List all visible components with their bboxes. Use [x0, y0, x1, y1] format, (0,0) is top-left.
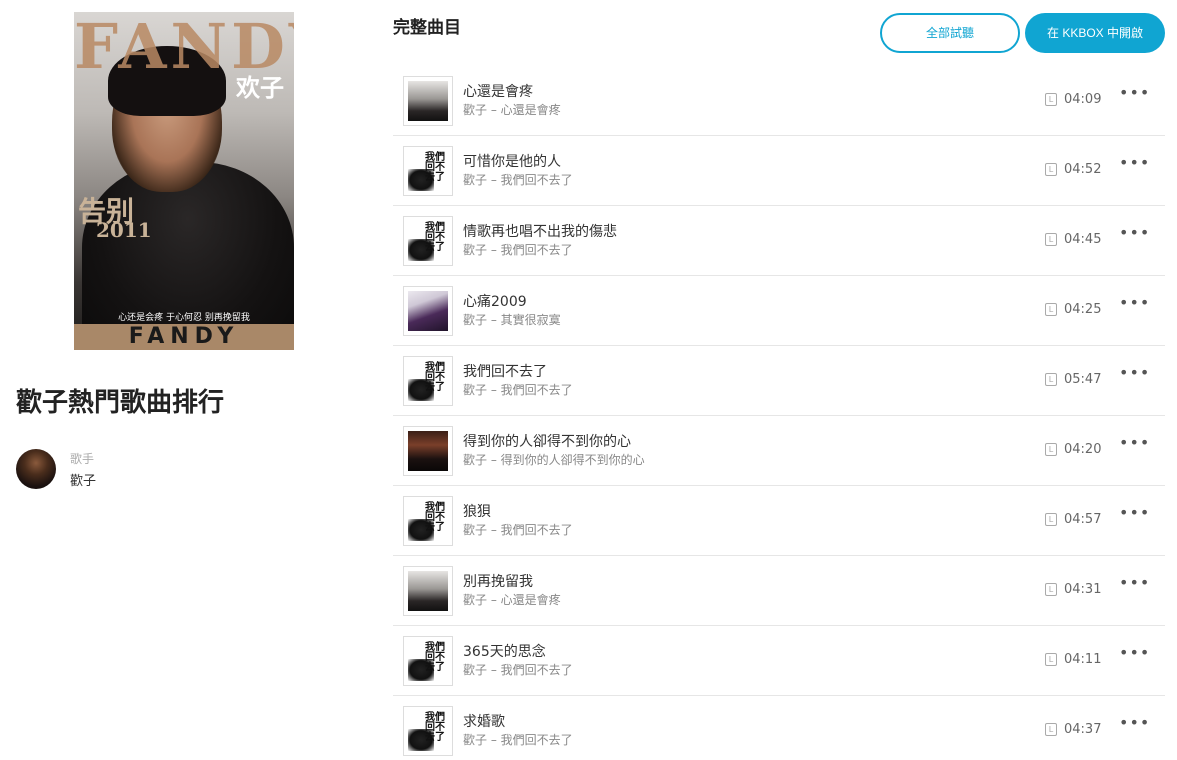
lyrics-icon: L: [1045, 583, 1057, 596]
track-artist-album: 歡子 – 其實很寂寞: [463, 313, 561, 327]
thumbnail-title-text: 我們回不去了: [425, 642, 445, 673]
lyrics-icon: L: [1045, 373, 1057, 386]
track-duration: 04:45: [1064, 232, 1102, 247]
thumbnail-art: 我們回不去了: [408, 151, 448, 191]
thumbnail-title-text: 我們回不去了: [425, 362, 445, 393]
track-album-thumbnail[interactable]: 我們回不去了: [403, 216, 453, 266]
track-row[interactable]: 我們回不去了 求婚歌歡子 – 我們回不去了 L 04:37 •••: [393, 696, 1165, 760]
track-title[interactable]: 365天的思念: [463, 641, 546, 661]
lyrics-icon: L: [1045, 93, 1057, 106]
album-cover-image: FANDY 欢子 告别 2011 心还是会疼 于心何忍 别再挽留我 FANDY: [74, 12, 294, 350]
track-list: 心還是會疼 歡子 – 心還是會疼 L 04:09 ••• 我們回不去了 可惜你是他的人 歡子 …: [393, 66, 1165, 760]
track-title[interactable]: 得到你的人卻得不到你的心: [463, 431, 631, 451]
lyrics-icon: L: [1045, 443, 1057, 456]
track-title[interactable]: 我們回不去了: [463, 361, 547, 381]
thumbnail-art: [408, 431, 448, 471]
more-options-icon[interactable]: •••: [1119, 155, 1149, 176]
lyrics-icon: L: [1045, 303, 1057, 316]
thumbnail-art: [408, 291, 448, 331]
track-title[interactable]: 心還是會疼: [463, 81, 533, 101]
track-artist-album: 歡子 – 心還是會疼: [463, 593, 561, 607]
track-duration: 04:57: [1064, 512, 1102, 527]
more-options-icon[interactable]: •••: [1119, 435, 1149, 456]
thumbnail-title-text: 我們回不去了: [425, 712, 445, 743]
cover-bottom-brand: FANDY: [74, 324, 294, 350]
thumbnail-art: 我們回不去了: [408, 641, 448, 681]
track-title[interactable]: 情歌再也唱不出我的傷悲: [463, 221, 617, 241]
track-title[interactable]: 可惜你是他的人: [463, 151, 561, 171]
track-artist-album: 歡子 – 心還是會疼: [463, 103, 561, 117]
cover-tagline: 心还是会疼 于心何忍 别再挽留我: [118, 313, 250, 323]
thumbnail-art: [408, 81, 448, 121]
track-album-thumbnail[interactable]: [403, 76, 453, 126]
page-title: 歡子熱門歌曲排行: [16, 388, 225, 418]
track-row[interactable]: 我們回不去了 我們回不去了歡子 – 我們回不去了 L 05:47 •••: [393, 346, 1165, 416]
artist-avatar[interactable]: [16, 449, 56, 489]
track-album-thumbnail[interactable]: [403, 426, 453, 476]
track-artist-album: 歡子 – 我們回不去了: [463, 523, 573, 537]
cover-artist-name: 欢子: [236, 73, 284, 102]
track-artist-album: 歡子 – 得到你的人卻得不到你的心: [463, 453, 645, 467]
lyrics-icon: L: [1045, 513, 1057, 526]
more-options-icon[interactable]: •••: [1119, 575, 1149, 596]
thumbnail-art: 我們回不去了: [408, 361, 448, 401]
thumbnail-title-text: 我們回不去了: [425, 222, 445, 253]
track-row[interactable]: 我們回不去了 狼狽歡子 – 我們回不去了 L 04:57 •••: [393, 486, 1165, 556]
track-album-thumbnail[interactable]: 我們回不去了: [403, 636, 453, 686]
track-duration: 04:52: [1064, 162, 1102, 177]
track-artist-album: 歡子 – 我們回不去了: [463, 173, 573, 187]
track-duration: 04:37: [1064, 722, 1102, 737]
more-options-icon[interactable]: •••: [1119, 365, 1149, 386]
track-title[interactable]: 求婚歌: [463, 711, 505, 731]
lyrics-icon: L: [1045, 653, 1057, 666]
thumbnail-art: [408, 571, 448, 611]
thumbnail-art: 我們回不去了: [408, 501, 448, 541]
thumbnail-title-text: 我們回不去了: [425, 502, 445, 533]
more-options-icon[interactable]: •••: [1119, 295, 1149, 316]
track-duration: 04:11: [1064, 652, 1102, 667]
more-options-icon[interactable]: •••: [1119, 645, 1149, 666]
track-title[interactable]: 狼狽: [463, 501, 491, 521]
track-artist-album: 歡子 – 我們回不去了: [463, 733, 573, 747]
artist-role-label: 歌手: [70, 452, 95, 466]
more-options-icon[interactable]: •••: [1119, 715, 1149, 736]
artist-name-link[interactable]: 歡子: [70, 470, 96, 489]
track-row[interactable]: 得到你的人卻得不到你的心歡子 – 得到你的人卻得不到你的心 L 04:20 •••: [393, 416, 1165, 486]
lyrics-icon: L: [1045, 723, 1057, 736]
more-options-icon[interactable]: •••: [1119, 505, 1149, 526]
track-album-thumbnail[interactable]: 我們回不去了: [403, 356, 453, 406]
track-row[interactable]: 心還是會疼歡子 – 心還是會疼 L 04:09 •••: [393, 66, 1165, 136]
lyrics-icon: L: [1045, 163, 1057, 176]
more-options-icon[interactable]: •••: [1119, 225, 1149, 246]
track-duration: 04:31: [1064, 582, 1102, 597]
lyrics-icon: L: [1045, 233, 1057, 246]
track-duration: 04:25: [1064, 302, 1102, 317]
track-album-thumbnail[interactable]: [403, 286, 453, 336]
track-duration: 04:09: [1064, 92, 1102, 107]
track-row[interactable]: 心痛2009 歡子 – 其實很寂寞 L 04:25 •••: [393, 276, 1165, 346]
track-artist-album: 歡子 – 我們回不去了: [463, 383, 573, 397]
track-album-thumbnail[interactable]: 我們回不去了: [403, 496, 453, 546]
track-title[interactable]: 別再挽留我: [463, 571, 533, 591]
track-album-thumbnail[interactable]: [403, 566, 453, 616]
track-artist-album: 歡子 – 我們回不去了: [463, 243, 573, 257]
open-in-kkbox-button[interactable]: 在 KKBOX 中開啟: [1025, 13, 1165, 53]
track-row[interactable]: 我們回不去了 情歌再也唱不出我的傷悲歡子 – 我們回不去了 L 04:45 •••: [393, 206, 1165, 276]
track-artist-album: 歡子 – 我們回不去了: [463, 663, 573, 677]
cover-year-text: 2011: [96, 218, 152, 242]
section-title: 完整曲目: [393, 18, 461, 38]
track-row[interactable]: 我們回不去了 可惜你是他的人歡子 – 我們回不去了 L 04:52 •••: [393, 136, 1165, 206]
preview-all-button[interactable]: 全部試聽: [880, 13, 1020, 53]
more-options-icon[interactable]: •••: [1119, 85, 1149, 106]
thumbnail-art: 我們回不去了: [408, 711, 448, 751]
track-row[interactable]: 我們回不去了 365天的思念歡子 – 我們回不去了 L 04:11 •••: [393, 626, 1165, 696]
track-album-thumbnail[interactable]: 我們回不去了: [403, 146, 453, 196]
track-album-thumbnail[interactable]: 我們回不去了: [403, 706, 453, 756]
thumbnail-title-text: 我們回不去了: [425, 152, 445, 183]
thumbnail-art: 我們回不去了: [408, 221, 448, 261]
track-row[interactable]: 別再挽留我歡子 – 心還是會疼 L 04:31 •••: [393, 556, 1165, 626]
track-duration: 05:47: [1064, 372, 1102, 387]
track-title[interactable]: 心痛2009: [463, 291, 527, 311]
track-duration: 04:20: [1064, 442, 1102, 457]
